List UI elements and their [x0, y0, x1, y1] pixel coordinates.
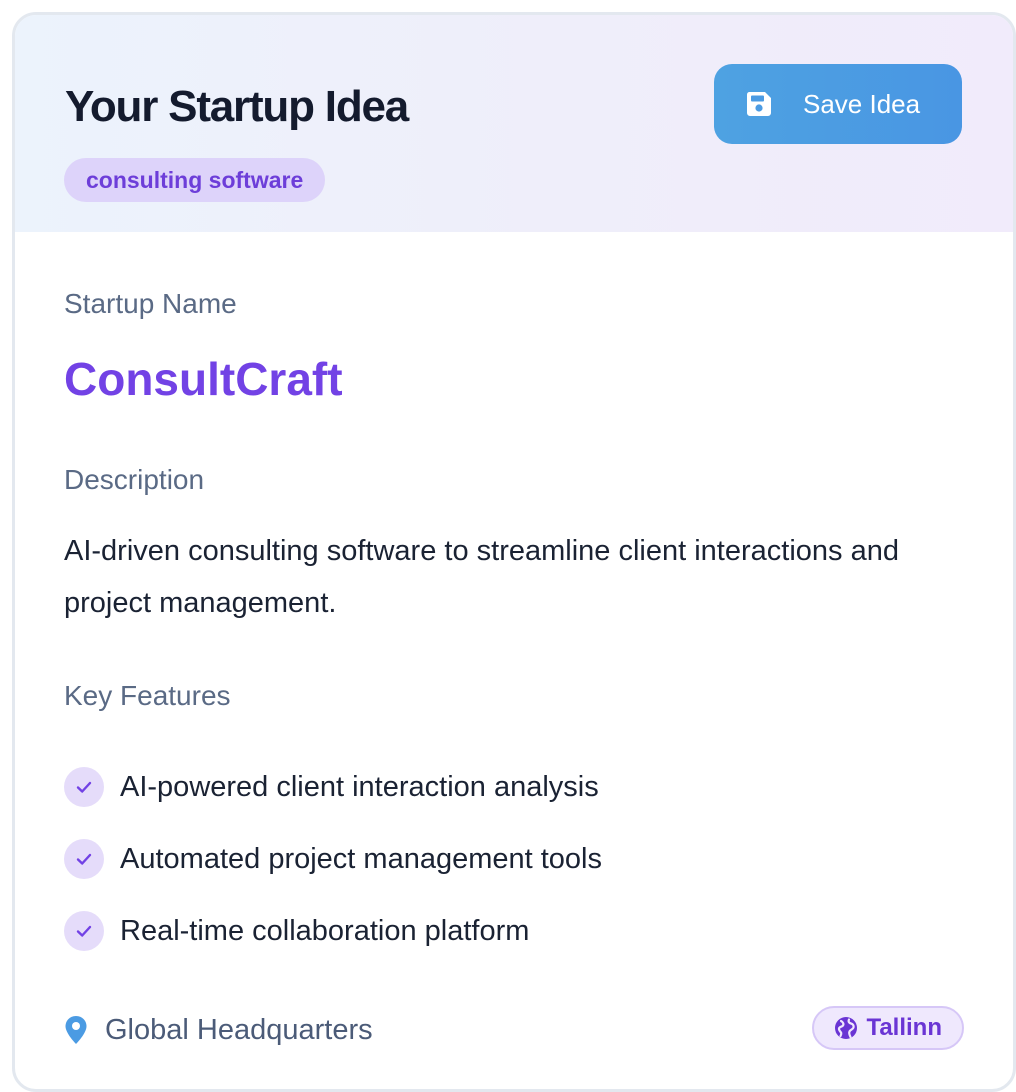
globe-icon — [835, 1017, 858, 1039]
headquarters-label: Global Headquarters — [105, 1013, 373, 1046]
feature-item: Real-time collaboration platform — [64, 895, 602, 967]
startup-idea-card: Your Startup Idea consulting software Sa… — [12, 12, 1016, 1092]
save-button-label: Save Idea — [803, 88, 921, 119]
floppy-disk-icon — [746, 92, 771, 116]
feature-text: Automated project management tools — [120, 842, 602, 875]
check-icon — [64, 911, 104, 951]
feature-item: Automated project management tools — [64, 823, 602, 895]
map-pin-icon — [65, 1016, 87, 1044]
category-tag: consulting software — [64, 158, 326, 202]
location-badge: Tallinn — [812, 1006, 964, 1050]
feature-list: AI-powered client interaction analysis A… — [64, 751, 602, 967]
startup-name-value: ConsultCraft — [64, 353, 343, 405]
check-icon — [64, 839, 104, 879]
startup-name-label: Startup Name — [64, 288, 237, 319]
key-features-label: Key Features — [64, 680, 231, 711]
headquarters-row: Global Headquarters Tallinn — [64, 1005, 964, 1055]
save-idea-button[interactable]: Save Idea — [714, 64, 962, 144]
description-label: Description — [64, 464, 205, 495]
page-title: Your Startup Idea — [65, 82, 409, 131]
check-icon — [64, 767, 104, 807]
description-text: AI-driven consulting software to streaml… — [64, 535, 899, 619]
location-text: Tallinn — [866, 1014, 942, 1041]
feature-text: AI-powered client interaction analysis — [120, 770, 599, 803]
feature-item: AI-powered client interaction analysis — [64, 751, 602, 823]
card-header: Your Startup Idea consulting software Sa… — [15, 15, 1013, 232]
feature-text: Real-time collaboration platform — [120, 914, 530, 947]
